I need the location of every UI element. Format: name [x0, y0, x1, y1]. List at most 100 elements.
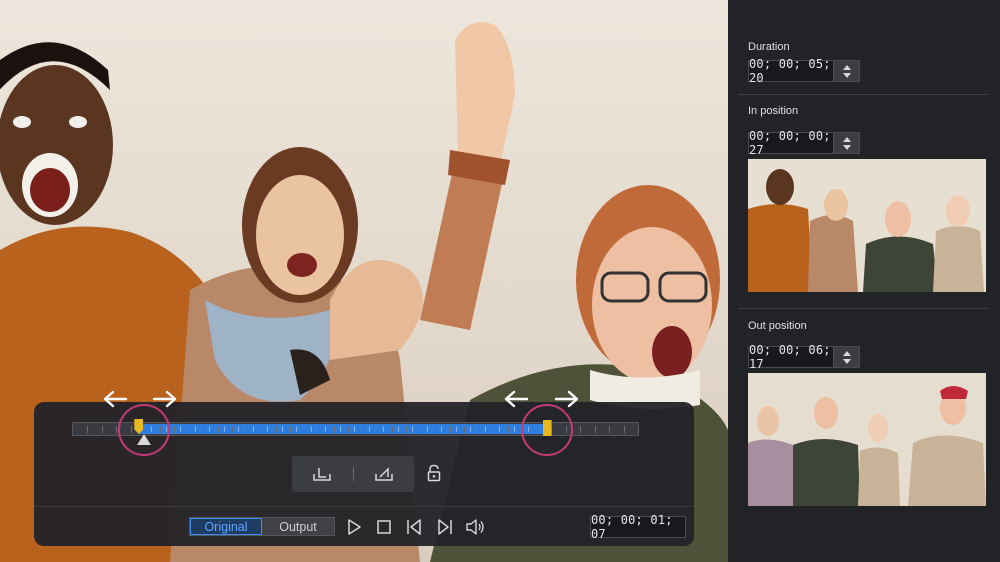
timeline-tick: [333, 426, 335, 433]
duration-spinner[interactable]: 00; 00; 05; 20: [748, 57, 860, 85]
in-frame-image: [748, 159, 986, 292]
timeline-tick: [391, 426, 393, 433]
selection-tick: [412, 426, 414, 432]
timeline-tick: [362, 426, 364, 433]
in-position-label: In position: [748, 105, 799, 117]
section-divider: [738, 94, 988, 95]
trim-selection-range: [139, 424, 548, 434]
selection-tick: [441, 426, 443, 432]
selection-tick: [383, 426, 385, 432]
duration-stepper[interactable]: [834, 60, 860, 82]
timeline-tick: [217, 426, 219, 433]
previous-frame-button[interactable]: [404, 518, 424, 536]
mark-out-button[interactable]: [354, 456, 415, 492]
next-frame-icon: [438, 519, 452, 535]
timeline-tick: [174, 426, 175, 433]
in-position-thumbnail: [748, 159, 986, 292]
timeline-tick: [290, 426, 291, 433]
timeline-tick: [203, 426, 204, 433]
out-frame-image: [748, 373, 986, 506]
timeline-tick: [319, 426, 320, 433]
selection-tick: [484, 426, 486, 432]
out-position-field[interactable]: 00; 00; 06; 17: [748, 343, 834, 371]
out-position-thumbnail: [748, 373, 986, 506]
selection-tick: [310, 426, 312, 432]
mode-tabs: Original Output: [189, 517, 335, 536]
timeline-tick: [623, 426, 625, 433]
timeline-tick: [420, 426, 422, 433]
play-button[interactable]: [344, 518, 364, 536]
selection-tick: [281, 426, 283, 432]
selection-tick: [194, 426, 196, 432]
out-position-label: Out position: [748, 320, 807, 332]
timeline-tick: [275, 426, 277, 433]
decrement-icon[interactable]: [842, 72, 851, 78]
increment-icon[interactable]: [842, 350, 851, 356]
current-time-display: 00; 00; 01; 07: [590, 513, 686, 541]
timeline-tick: [449, 426, 451, 433]
arrow-left-icon: [103, 390, 128, 408]
selection-tick: [368, 426, 370, 432]
out-position-stepper[interactable]: [834, 346, 860, 368]
timeline-tick: [348, 426, 349, 433]
timeline-tick: [232, 426, 233, 433]
selection-tick: [455, 426, 457, 432]
selection-tick: [238, 426, 240, 432]
timeline-tick: [304, 426, 306, 433]
trim-panel: Original Output 00; 00; 01; 07: [34, 390, 694, 546]
timeline-tick: [478, 426, 480, 433]
timeline-tick: [116, 426, 117, 433]
mark-in-button[interactable]: [292, 456, 353, 492]
timeline-tick: [493, 426, 494, 433]
selection-tick: [499, 426, 501, 432]
timeline-tick: [580, 426, 581, 433]
mark-out-icon: [375, 467, 393, 481]
in-position-stepper[interactable]: [834, 132, 860, 154]
volume-icon: [466, 519, 484, 535]
selection-tick: [397, 426, 399, 432]
increment-icon[interactable]: [842, 136, 851, 142]
timeline-tick: [507, 426, 509, 433]
mark-buttons-group: [292, 456, 414, 492]
timeline-tick: [188, 426, 190, 433]
selection-tick: [513, 426, 515, 432]
mark-in-icon: [313, 468, 331, 481]
video-preview: Original Output 00; 00; 01; 07: [0, 0, 728, 562]
next-frame-button[interactable]: [435, 518, 455, 536]
timeline-tick: [638, 426, 639, 433]
tab-output[interactable]: Output: [262, 518, 334, 535]
selection-tick: [180, 426, 182, 432]
selection-tick: [470, 426, 472, 432]
timeline-tick: [377, 426, 378, 433]
in-marker-highlight: [118, 404, 171, 456]
volume-button[interactable]: [465, 518, 485, 536]
stop-button[interactable]: [374, 518, 394, 536]
timeline-tick: [87, 426, 88, 433]
timeline-tick: [435, 426, 436, 433]
decrement-icon[interactable]: [842, 358, 851, 364]
in-position-field[interactable]: 00; 00; 00; 27: [748, 129, 834, 157]
timeline-tick: [261, 426, 262, 433]
timeline-tick: [609, 426, 610, 433]
selection-tick: [325, 426, 327, 432]
decrement-icon[interactable]: [842, 144, 851, 150]
selection-tick: [223, 426, 225, 432]
timeline-tick: [246, 426, 248, 433]
duration-field[interactable]: 00; 00; 05; 20: [748, 57, 834, 85]
in-position-spinner[interactable]: 00; 00; 00; 27: [748, 129, 860, 157]
panel-divider: [34, 506, 694, 507]
tab-original[interactable]: Original: [190, 518, 262, 535]
selection-tick: [339, 426, 341, 432]
section-divider: [738, 308, 988, 309]
increment-icon[interactable]: [842, 64, 851, 70]
timeline-tick: [101, 426, 103, 433]
trim-settings-panel: Duration 00; 00; 05; 20 In position 00; …: [728, 0, 1000, 562]
out-position-spinner[interactable]: 00; 00; 06; 17: [748, 343, 860, 371]
play-icon: [348, 519, 361, 535]
previous-frame-icon: [407, 519, 421, 535]
stop-icon: [377, 520, 391, 534]
selection-tick: [209, 426, 211, 432]
lock-icon[interactable]: [426, 464, 442, 482]
selection-tick: [426, 426, 428, 432]
selection-tick: [354, 426, 356, 432]
